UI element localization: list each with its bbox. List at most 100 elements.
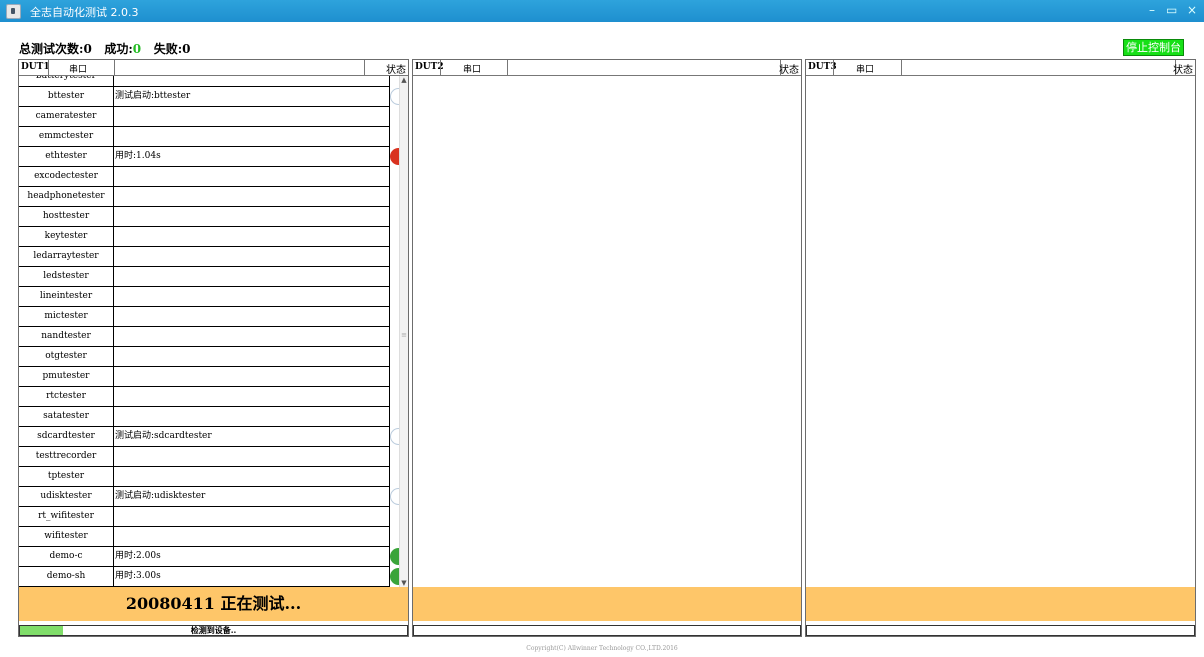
table-row[interactable]: ledstester	[19, 267, 390, 287]
tester-message: 测试启动:udisktester	[115, 491, 206, 501]
dut2-progress-bar	[413, 625, 801, 636]
table-row[interactable]: cameratester	[19, 107, 390, 127]
dut3-port-label: 串口	[856, 65, 875, 75]
dut2-header: DUT2 串口 状态	[413, 60, 801, 76]
stop-console-button[interactable]: 停止控制台	[1123, 39, 1184, 56]
dut1-header: DUT1 串口 状态	[19, 60, 408, 76]
tester-name: otgtester	[19, 347, 114, 366]
copyright-footer: Copyright(C) Allwinner Technology CO.,LT…	[526, 645, 678, 652]
tester-name: demo-sh	[19, 567, 114, 586]
tester-message	[115, 207, 387, 226]
tester-name: udisktester	[19, 487, 114, 506]
table-row[interactable]: udisktester 测试启动:udisktester	[19, 487, 399, 507]
status-divider	[389, 307, 390, 326]
tester-message	[115, 387, 387, 406]
table-row[interactable]: demo-c 用时:2.00s	[19, 547, 399, 567]
table-row[interactable]: tptester	[19, 467, 390, 487]
dut3-header: DUT3 串口 状态	[806, 60, 1195, 76]
scrollbar[interactable]: ▲ ≡ ▼	[399, 76, 408, 587]
status-divider	[389, 527, 390, 546]
title-bar: 全志自动化测试 2.0.3 – ▭ ×	[0, 0, 1204, 22]
tester-message	[115, 247, 387, 266]
table-row[interactable]: bttester 测试启动:bttester	[19, 87, 399, 107]
tester-name: sdcardtester	[19, 427, 114, 446]
fail-icon	[390, 148, 399, 165]
maximize-icon[interactable]: ▭	[1166, 3, 1177, 17]
test-summary: 总测试次数:0 成功:0 失败:0	[19, 40, 190, 57]
table-row[interactable]: rtctester	[19, 387, 390, 407]
dut2-status-bar	[413, 587, 801, 621]
success-label: 成功:	[104, 42, 133, 56]
table-row[interactable]: demo-sh 用时:3.00s	[19, 567, 399, 587]
total-value: 0	[83, 42, 92, 56]
tester-message	[115, 527, 387, 546]
status-divider	[389, 187, 390, 206]
table-row[interactable]: headphonetester	[19, 187, 390, 207]
tester-message	[115, 267, 387, 286]
tester-name: testtrecorder	[19, 447, 114, 466]
dut1-label: DUT1	[21, 62, 50, 72]
running-icon	[390, 88, 399, 105]
table-row[interactable]: sdcardtester 测试启动:sdcardtester	[19, 427, 399, 447]
status-divider	[389, 247, 390, 266]
tester-name: mictester	[19, 307, 114, 326]
dut3-status-bar	[806, 587, 1195, 621]
tester-message	[115, 287, 387, 306]
tester-name: emmctester	[19, 127, 114, 146]
tester-name: demo-c	[19, 547, 114, 566]
window-title: 全志自动化测试 2.0.3	[30, 6, 139, 19]
tester-name: pmutester	[19, 367, 114, 386]
tester-message	[115, 347, 387, 366]
tester-name: excodectester	[19, 167, 114, 186]
close-icon[interactable]: ×	[1187, 3, 1197, 17]
dut2-status-label: 状态	[779, 65, 799, 76]
scroll-down-icon[interactable]: ▼	[400, 579, 408, 587]
tester-name: ledstester	[19, 267, 114, 286]
minimize-icon[interactable]: –	[1149, 3, 1155, 17]
table-row[interactable]: ethtester 用时:1.04s	[19, 147, 399, 167]
status-divider	[389, 387, 390, 406]
tester-message: 测试启动:sdcardtester	[115, 431, 212, 441]
pass-icon	[390, 568, 399, 585]
dut2-panel: DUT2 串口 状态	[412, 59, 802, 637]
table-row[interactable]: emmctester	[19, 127, 390, 147]
table-row[interactable]: batterytester	[19, 76, 390, 87]
header-divider	[48, 60, 49, 75]
tester-name: ledarraytester	[19, 247, 114, 266]
tester-name: wifitester	[19, 527, 114, 546]
table-row[interactable]: wifitester	[19, 527, 390, 547]
table-row[interactable]: keytester	[19, 227, 390, 247]
running-icon	[390, 488, 399, 505]
table-row[interactable]: nandtester	[19, 327, 390, 347]
table-row[interactable]: ledarraytester	[19, 247, 390, 267]
tester-name: headphonetester	[19, 187, 114, 206]
status-divider	[389, 287, 390, 306]
tester-message	[115, 447, 387, 466]
table-row[interactable]: mictester	[19, 307, 390, 327]
tester-message: 测试启动:bttester	[115, 91, 191, 101]
table-row[interactable]: excodectester	[19, 167, 390, 187]
tester-name: rtctester	[19, 387, 114, 406]
scroll-grip-icon[interactable]: ≡	[401, 331, 407, 339]
tester-name: satatester	[19, 407, 114, 426]
header-divider	[440, 60, 441, 75]
header-divider	[364, 60, 365, 75]
table-row[interactable]: satatester	[19, 407, 390, 427]
success-value: 0	[132, 42, 142, 56]
progress-text: 检测到设备..	[190, 625, 237, 635]
scroll-up-icon[interactable]: ▲	[400, 76, 408, 84]
table-row[interactable]: lineintester	[19, 287, 390, 307]
table-row[interactable]: rt_wifitester	[19, 507, 390, 527]
status-divider	[389, 327, 390, 346]
table-row[interactable]: otgtester	[19, 347, 390, 367]
dut3-progress-bar	[806, 625, 1195, 636]
tester-message	[115, 76, 387, 86]
table-row[interactable]: hosttester	[19, 207, 390, 227]
tester-message	[115, 407, 387, 426]
status-divider	[389, 107, 390, 126]
table-row[interactable]: testtrecorder	[19, 447, 390, 467]
status-divider	[389, 76, 390, 86]
table-row[interactable]: pmutester	[19, 367, 390, 387]
tester-message	[115, 367, 387, 386]
test-list[interactable]: batterytester bttester 测试启动:bttester camera…	[19, 76, 405, 587]
